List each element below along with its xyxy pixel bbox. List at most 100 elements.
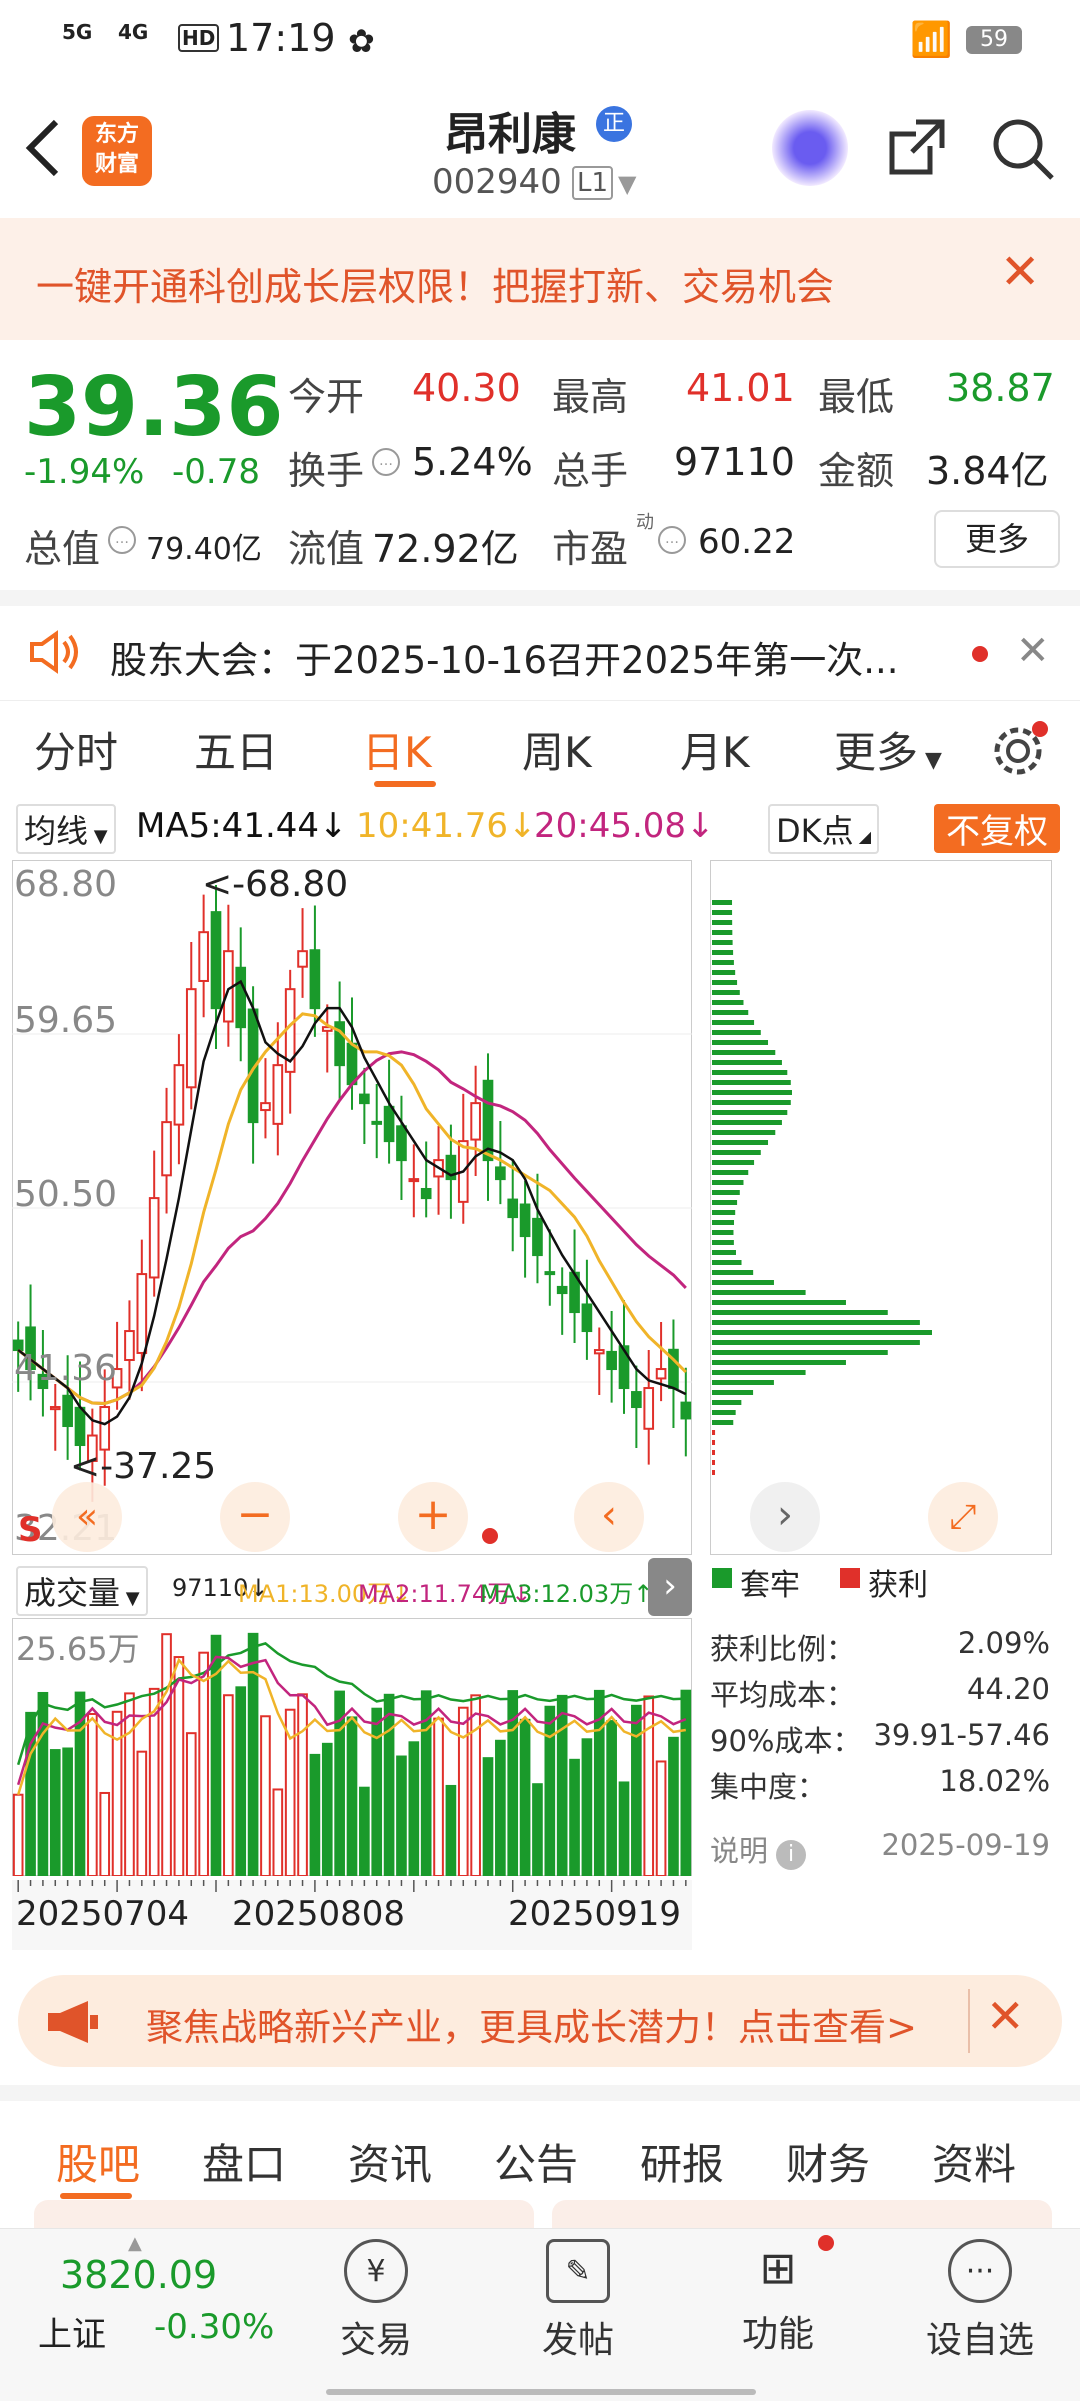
sell-signal-label: S xyxy=(18,1510,43,1550)
tab-five-day[interactable]: 五日 xyxy=(194,719,278,780)
badge-dot xyxy=(818,2235,834,2251)
scroll-left-fast-icon[interactable]: « xyxy=(52,1482,122,1552)
dk-point-button[interactable]: DK点 ◢ xyxy=(768,804,880,854)
nav-functions[interactable]: ⊞ 功能 xyxy=(708,2239,848,2357)
chip-bar xyxy=(712,1200,738,1205)
tab-research[interactable]: 研报 xyxy=(640,2131,724,2192)
chip-bar xyxy=(712,1330,933,1335)
code-dropdown-icon[interactable]: ▼ xyxy=(618,170,636,198)
close-icon[interactable]: ✕ xyxy=(1000,244,1040,300)
back-icon[interactable] xyxy=(22,116,62,180)
chip-bar xyxy=(712,1250,736,1255)
index-change: -0.30% xyxy=(154,2307,275,2347)
scroll-left-icon[interactable]: ‹ xyxy=(574,1482,644,1552)
tab-finance[interactable]: 财务 xyxy=(786,2131,870,2192)
volume-bar xyxy=(618,1781,630,1876)
high-value: 41.01 xyxy=(686,366,795,410)
chip-bar xyxy=(712,1040,769,1045)
indicator-selector[interactable]: 均线 ▼ xyxy=(16,804,116,854)
volume-bar xyxy=(235,1686,247,1876)
megaphone-icon xyxy=(48,2001,98,2043)
tab-daily-k[interactable]: 日K xyxy=(362,719,432,780)
volume-bar xyxy=(111,1710,123,1876)
chip-bar xyxy=(712,990,740,995)
zoom-out-icon[interactable]: − xyxy=(220,1482,290,1552)
more-button[interactable]: 更多 xyxy=(934,510,1060,568)
tab-profile[interactable]: 资料 xyxy=(932,2131,1016,2192)
candle-body xyxy=(74,1406,86,1447)
battery-icon: 59 xyxy=(966,26,1022,54)
index-name: 上证 xyxy=(38,2315,106,2355)
candle-body xyxy=(260,1102,271,1112)
ma-row: 均线 ▼ MA5:41.44↓ 10:41.76↓ 20:45.08↓ DK点 … xyxy=(0,800,1080,860)
volume-bar xyxy=(62,1747,73,1876)
tab-more[interactable]: 更多 ▼ xyxy=(834,719,942,780)
tab-guba[interactable]: 股吧 xyxy=(56,2131,140,2192)
chip-bar xyxy=(712,1350,888,1355)
close-icon[interactable]: ✕ xyxy=(1016,628,1050,674)
volume-bar xyxy=(668,1736,679,1876)
open-label: 今开 xyxy=(288,375,365,419)
stock-name: 昂利康 xyxy=(444,109,576,160)
promo-banner[interactable]: 一键开通科创成长层权限！把握打新、交易机会 ✕ xyxy=(0,218,1080,340)
nav-add-watchlist[interactable]: ··· 设自选 xyxy=(910,2239,1050,2363)
adjust-type-button[interactable]: 不复权 xyxy=(934,804,1060,853)
volume-chart[interactable]: 25.65万 xyxy=(12,1618,692,1876)
tab-weekly-k[interactable]: 周K xyxy=(522,719,592,780)
volume-bar xyxy=(532,1783,543,1876)
stock-code[interactable]: 002940 xyxy=(432,162,562,202)
high-marker-label: <-68.80 xyxy=(202,864,349,905)
volume-bar xyxy=(433,1717,444,1876)
caret-down-icon: ▼ xyxy=(88,826,108,847)
zoom-in-icon[interactable]: + xyxy=(398,1482,468,1552)
notice-bar[interactable]: 股东大会：于2025-10-16召开2025年第一次... ✕ xyxy=(0,590,1080,706)
yen-exchange-icon: ¥ xyxy=(344,2239,408,2303)
candle-body xyxy=(680,1401,692,1420)
volume-bar xyxy=(136,1750,148,1876)
chip-bar xyxy=(712,1450,716,1455)
info-icon[interactable]: … xyxy=(108,526,136,554)
volume-bar xyxy=(396,1755,407,1876)
candlestick-chart[interactable]: 68.80 59.65 50.50 41.36 32.21 <-68.80 <-… xyxy=(12,860,692,1555)
chip-bar xyxy=(712,910,733,915)
tab-monthly-k[interactable]: 月K xyxy=(680,719,750,780)
close-icon[interactable]: ✕ xyxy=(986,1989,1025,2043)
assistant-avatar-icon[interactable] xyxy=(772,110,848,186)
index-value[interactable]: 3820.09 xyxy=(60,2253,217,2297)
tab-announcements[interactable]: 公告 xyxy=(494,2131,578,2192)
chip-note-row[interactable]: 说明 i 2025-09-19 xyxy=(710,1828,1050,1870)
expand-icon[interactable]: ⤢ xyxy=(928,1482,998,1552)
candle-body xyxy=(359,1093,370,1105)
tab-pankou[interactable]: 盘口 xyxy=(202,2131,286,2192)
tab-intraday[interactable]: 分时 xyxy=(34,719,118,780)
high-label: 最高 xyxy=(552,375,629,419)
chip-distribution-chart[interactable]: › ⤢ xyxy=(710,860,1052,1555)
app-notification-icon: ✿ xyxy=(348,22,375,60)
volume-bar xyxy=(383,1693,395,1876)
nav-post[interactable]: ✎ 发帖 xyxy=(508,2239,648,2363)
info-icon[interactable]: … xyxy=(372,448,400,476)
settings-gear-icon[interactable] xyxy=(990,719,1050,779)
volume-indicator-selector[interactable]: 成交量 ▼ xyxy=(16,1566,148,1616)
date-label: 20250704 xyxy=(16,1894,190,1934)
info-icon[interactable]: … xyxy=(658,526,686,554)
share-icon[interactable] xyxy=(886,116,948,178)
y-axis-label: 41.36 xyxy=(14,1348,118,1389)
chip-bar xyxy=(712,1070,788,1075)
info-icon[interactable]: i xyxy=(776,1840,807,1870)
ad-banner[interactable]: 聚焦战略新兴产业，更具成长潜力！点击查看> ✕ xyxy=(18,1975,1062,2067)
profit-ratio-row: 获利比例： 2.09% xyxy=(710,1626,1050,1666)
vol-ma3: MA3:12.03万↑ xyxy=(480,1580,654,1608)
chip-bar xyxy=(712,1260,742,1265)
candle-body xyxy=(148,1197,160,1279)
stock-header: 东方 财富 昂利康 正 002940 L1 ▼ xyxy=(0,80,1080,220)
tab-news[interactable]: 资讯 xyxy=(348,2131,432,2192)
network-5g: 5G xyxy=(62,20,93,44)
expand-right-icon[interactable]: › xyxy=(648,1558,692,1616)
scroll-right-icon[interactable]: › xyxy=(750,1482,820,1552)
volume-label: 总手 xyxy=(552,449,629,493)
nav-trade[interactable]: ¥ 交易 xyxy=(306,2239,446,2363)
search-icon[interactable] xyxy=(990,116,1056,182)
chip-bar xyxy=(712,1000,744,1005)
post-card-top xyxy=(34,2200,534,2228)
